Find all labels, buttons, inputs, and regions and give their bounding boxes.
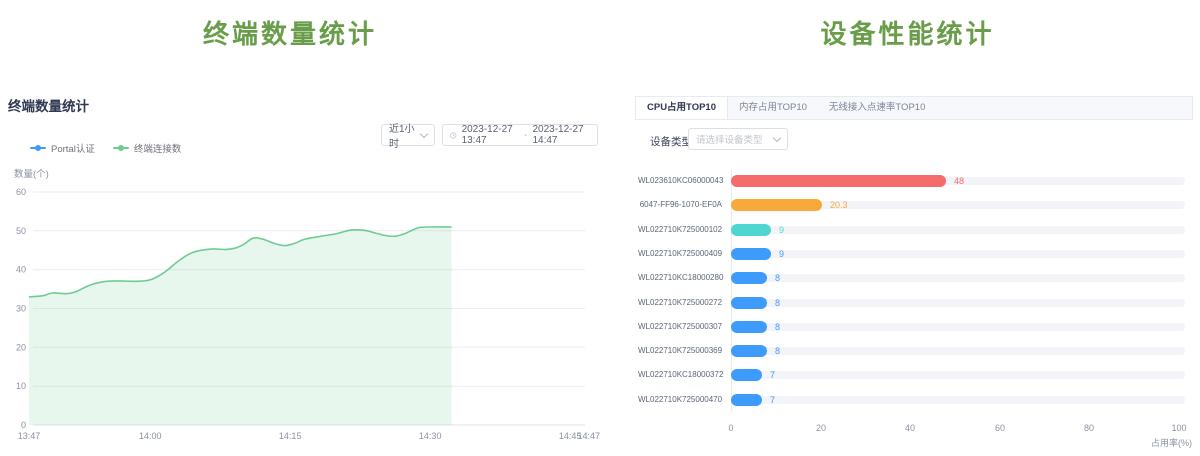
bar-x-tick-label: 20 bbox=[804, 423, 838, 433]
bar-x-tick-label: 60 bbox=[983, 423, 1017, 433]
bar-x-tick-label: 40 bbox=[893, 423, 927, 433]
bar-x-tick-label: 100 bbox=[1162, 423, 1196, 433]
dashboard: 终端数量统计 终端数量统计 近1小时 2023-12-27 13:47 - 20… bbox=[0, 0, 1200, 456]
bar-chart-x-axis: 0 20 40 60 80 100 bbox=[0, 0, 1200, 456]
bar-chart-x-axis-title: 占用率(%) bbox=[1128, 436, 1192, 449]
bar-x-tick-label: 80 bbox=[1072, 423, 1106, 433]
bar-x-tick-label: 0 bbox=[714, 423, 748, 433]
